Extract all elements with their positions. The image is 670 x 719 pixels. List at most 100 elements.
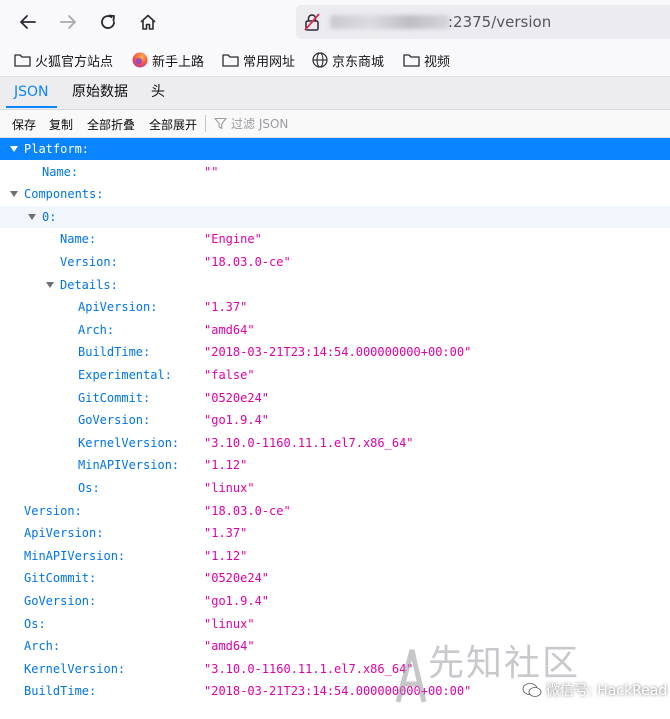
copy-button[interactable]: 复制 [49, 116, 73, 133]
tree-row[interactable]: KernelVersion: "3.10.0-1160.11.1.el7.x86_… [0, 432, 670, 454]
save-button[interactable]: 保存 [12, 116, 36, 133]
expand-toggle-icon[interactable] [46, 282, 54, 288]
tree-key: BuildTime: [24, 684, 97, 698]
tree-value: "" [204, 165, 219, 179]
watermark-site: 先知社区 [428, 643, 581, 684]
url-text: :2375/version [448, 13, 552, 31]
bookmark-getting-started[interactable]: 新手上路 [132, 50, 204, 70]
bookmark-label: 视频 [424, 54, 451, 70]
tree-key: Arch: [78, 323, 115, 337]
tree-row[interactable]: MinAPIVersion: "1.12" [0, 454, 670, 476]
tree-value: "1.37" [204, 300, 248, 314]
tree-key: Version: [24, 504, 82, 518]
forward-arrow-icon [60, 15, 76, 29]
tree-key: KernelVersion: [24, 662, 126, 676]
redacted-host [330, 15, 450, 29]
tree-value: "3.10.0-1160.11.1.el7.x86_64" [204, 436, 414, 450]
tree-row[interactable]: MinAPIVersion: "1.12" [0, 545, 670, 567]
tree-row[interactable]: BuildTime: "2018-03-21T23:14:54.000000000… [0, 341, 670, 363]
tree-value: "amd64" [204, 323, 255, 337]
expand-toggle-icon[interactable] [10, 146, 18, 152]
folder-icon [14, 53, 31, 67]
json-toolbar: 保存 复制 全部折叠 全部展开 过滤 JSON [0, 110, 670, 138]
filter-icon [214, 117, 227, 130]
tree-row[interactable]: Arch: "amd64" [0, 319, 670, 341]
home-icon [140, 14, 156, 30]
tree-value: "Engine" [204, 232, 262, 246]
bookmark-video[interactable]: 视频 [403, 50, 450, 70]
tree-value: "go1.9.4" [204, 413, 270, 427]
bookmark-label: 常用网址 [243, 54, 296, 70]
tree-key: KernelVersion: [78, 436, 180, 450]
tree-row[interactable]: Experimental: "false" [0, 364, 670, 386]
tree-key: GoVersion: [78, 413, 151, 427]
tree-key: Arch: [24, 639, 61, 653]
bookmark-label: 京东商城 [332, 54, 385, 70]
bookmark-firefox-site[interactable]: 火狐官方站点 [14, 50, 113, 70]
tree-row[interactable]: Details: [0, 274, 670, 296]
tree-key: Os: [78, 481, 100, 495]
tree-value: "1.37" [204, 526, 248, 540]
tree-key: Platform: [24, 142, 90, 156]
watermark: 先知社区 微信号: HackRead [394, 628, 670, 719]
tree-value: "1.12" [204, 549, 248, 563]
tree-row[interactable]: Components: [0, 183, 670, 205]
tree-value: "0520e24" [204, 571, 270, 585]
tab-headers[interactable]: 头 [143, 77, 173, 108]
forward-button[interactable] [52, 6, 84, 38]
bookmark-common-sites[interactable]: 常用网址 [222, 50, 295, 70]
tree-value: "linux" [204, 617, 255, 631]
watermark-logo-icon [395, 649, 427, 703]
expand-toggle-icon[interactable] [28, 214, 36, 220]
watermark-wechat: 微信号: HackRead [522, 680, 667, 700]
tree-key: GitCommit: [24, 571, 97, 585]
expand-toggle-icon[interactable] [10, 191, 18, 197]
tree-row[interactable]: 0: [0, 206, 670, 228]
tab-raw-data[interactable]: 原始数据 [64, 77, 136, 108]
watermark-wechat-text: 微信号: HackRead [546, 683, 668, 699]
bookmark-jd-mall[interactable]: 京东商城 [312, 50, 384, 70]
tree-key: MinAPIVersion: [24, 549, 126, 563]
tree-key: Name: [60, 232, 97, 246]
tree-key: 0: [42, 210, 57, 224]
wechat-icon [522, 683, 542, 697]
folder-icon [222, 53, 239, 67]
tree-row[interactable]: Name: "" [0, 161, 670, 183]
tree-row[interactable]: GoVersion: "go1.9.4" [0, 409, 670, 431]
lock-icon[interactable] [304, 13, 320, 35]
tree-value: "amd64" [204, 639, 255, 653]
navigation-bar: :2375/version [0, 0, 670, 44]
tree-row[interactable]: Os: "linux" [0, 477, 670, 499]
tree-row[interactable]: GitCommit: "0520e24" [0, 387, 670, 409]
tree-key: GitCommit: [78, 391, 151, 405]
home-button[interactable] [132, 6, 164, 38]
toolbar-divider [205, 115, 206, 132]
tree-row[interactable]: GitCommit: "0520e24" [0, 567, 670, 589]
globe-icon [312, 52, 328, 68]
tree-row[interactable]: ApiVersion: "1.37" [0, 522, 670, 544]
tree-row[interactable]: Name: "Engine" [0, 228, 670, 250]
tree-key: Name: [42, 165, 79, 179]
reload-button[interactable] [92, 6, 124, 38]
tree-key: Components: [24, 187, 104, 201]
back-button[interactable] [12, 6, 44, 38]
tree-key: BuildTime: [78, 345, 151, 359]
tree-value: "2018-03-21T23:14:54.000000000+00:00" [204, 345, 472, 359]
tree-value: "1.12" [204, 458, 248, 472]
tree-key: Os: [24, 617, 46, 631]
tab-json[interactable]: JSON [6, 77, 57, 108]
tree-row[interactable]: Version: "18.03.0-ce" [0, 500, 670, 522]
firefox-icon [132, 52, 148, 68]
tree-row[interactable]: ApiVersion: "1.37" [0, 296, 670, 318]
tree-value: "false" [204, 368, 255, 382]
tree-row[interactable]: Platform: [0, 138, 670, 160]
back-arrow-icon [20, 15, 36, 29]
tree-key: ApiVersion: [24, 526, 104, 540]
tree-row[interactable]: Version: "18.03.0-ce" [0, 251, 670, 273]
bookmark-label: 新手上路 [152, 54, 205, 70]
expand-all-button[interactable]: 全部展开 [149, 116, 197, 133]
filter-json-input[interactable]: 过滤 JSON [214, 115, 288, 132]
collapse-all-button[interactable]: 全部折叠 [87, 116, 135, 133]
address-bar[interactable]: :2375/version [296, 5, 670, 39]
tree-row[interactable]: GoVersion: "go1.9.4" [0, 590, 670, 612]
